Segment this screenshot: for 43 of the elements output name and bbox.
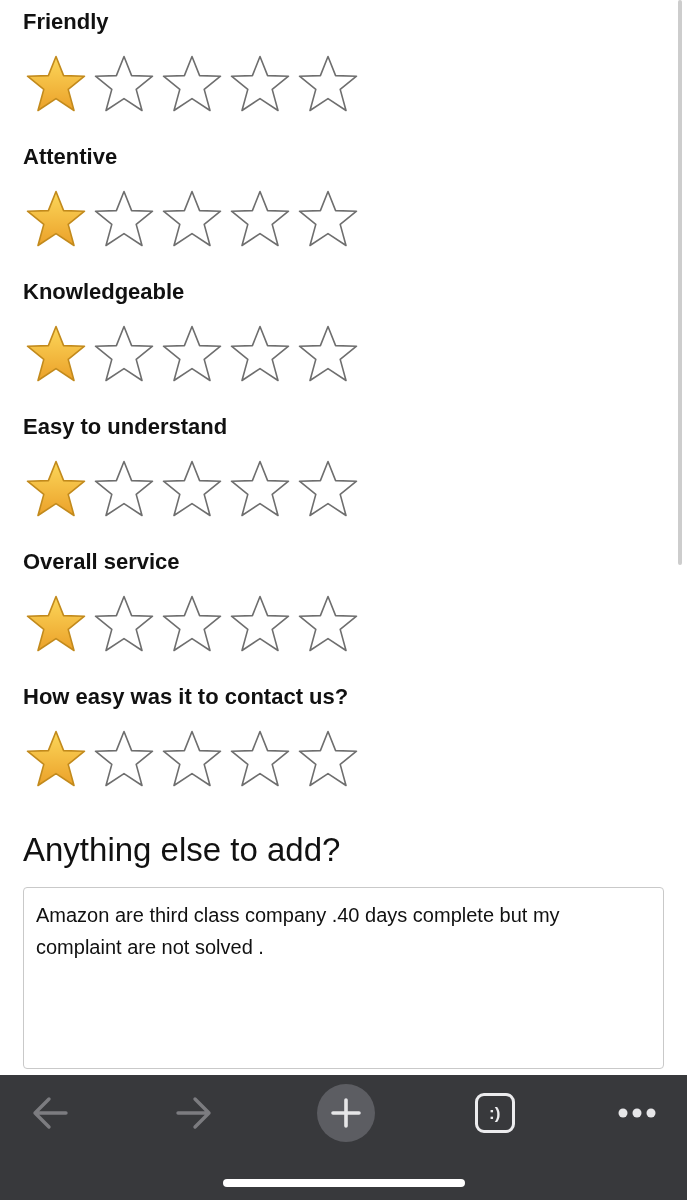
empty-star-icon[interactable] [94, 55, 154, 112]
comment-field[interactable]: Amazon are third class company .40 days complete but my complaint are not solved . [23, 887, 664, 1069]
empty-star-icon[interactable] [298, 460, 358, 517]
plus-icon [330, 1098, 361, 1128]
comment-heading: Anything else to add? [23, 830, 341, 870]
filled-star-icon[interactable] [26, 190, 86, 247]
empty-star-icon[interactable] [230, 325, 290, 382]
empty-star-icon[interactable] [230, 460, 290, 517]
rating-label: Knowledgeable [23, 278, 185, 306]
filled-star-icon[interactable] [26, 460, 86, 517]
empty-star-icon[interactable] [230, 730, 290, 787]
empty-star-icon[interactable] [94, 190, 154, 247]
empty-star-icon[interactable] [162, 595, 222, 652]
empty-star-icon[interactable] [298, 325, 358, 382]
filled-star-icon[interactable] [26, 595, 86, 652]
empty-star-icon[interactable] [94, 325, 154, 382]
empty-star-icon[interactable] [94, 460, 154, 517]
rating-label: Overall service [23, 548, 180, 576]
right-arrow-icon [175, 1096, 214, 1130]
empty-star-icon[interactable] [94, 595, 154, 652]
rating-label: Friendly [23, 8, 109, 36]
empty-star-icon[interactable] [230, 595, 290, 652]
empty-star-icon[interactable] [162, 460, 222, 517]
left-arrow-icon [31, 1096, 69, 1130]
empty-star-icon[interactable] [298, 190, 358, 247]
empty-star-icon[interactable] [298, 730, 358, 787]
rating-label: Easy to understand [23, 413, 228, 441]
more-dots-icon [618, 1108, 656, 1118]
empty-star-icon[interactable] [162, 325, 222, 382]
empty-star-icon[interactable] [230, 190, 290, 247]
empty-star-icon[interactable] [230, 55, 290, 112]
rating-label: Attentive [23, 143, 118, 171]
empty-star-icon[interactable] [162, 190, 222, 247]
filled-star-icon[interactable] [26, 730, 86, 787]
filled-star-icon[interactable] [26, 325, 86, 382]
empty-star-icon[interactable] [298, 55, 358, 112]
empty-star-icon[interactable] [298, 595, 358, 652]
filled-star-icon[interactable] [26, 55, 86, 112]
rating-label: How easy was it to contact us? [23, 683, 349, 711]
tabs-button[interactable]: :) [474, 1093, 515, 1133]
empty-star-icon[interactable] [162, 730, 222, 787]
empty-star-icon[interactable] [94, 730, 154, 787]
empty-star-icon[interactable] [162, 55, 222, 112]
